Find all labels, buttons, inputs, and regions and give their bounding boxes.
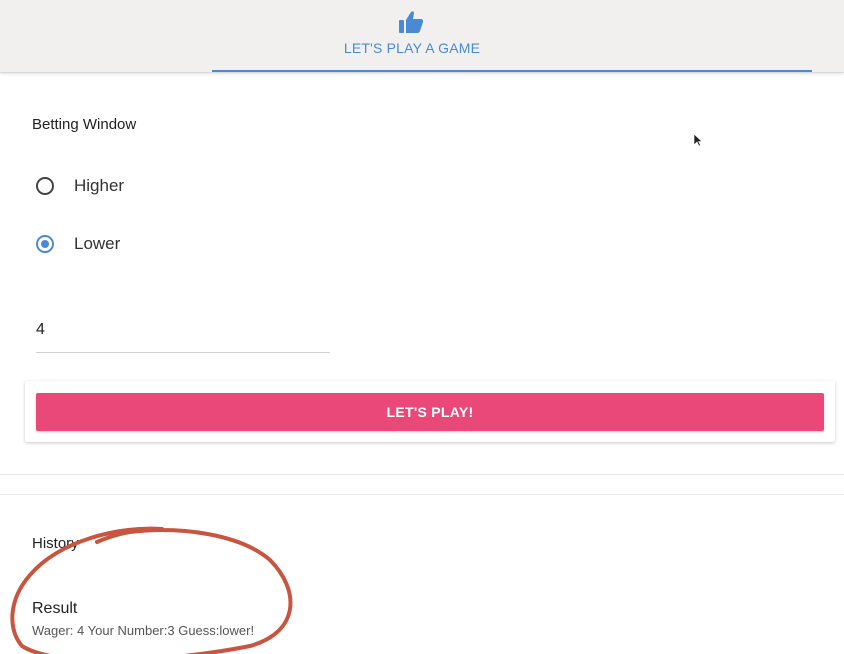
section-divider bbox=[0, 474, 844, 475]
thumbs-up-icon bbox=[398, 10, 424, 34]
top-tab-bar: LET'S PLAY A GAME bbox=[0, 0, 844, 73]
betting-window-title: Betting Window bbox=[32, 116, 137, 133]
radio-label-higher: Higher bbox=[74, 176, 125, 195]
wager-input[interactable] bbox=[36, 308, 330, 353]
result-title: Result bbox=[32, 600, 78, 617]
tab-label: LET'S PLAY A GAME bbox=[343, 40, 481, 56]
radio-button-higher[interactable] bbox=[36, 177, 54, 195]
history-title: History bbox=[32, 535, 79, 552]
tab-lets-play-a-game[interactable]: LET'S PLAY A GAME bbox=[212, 0, 812, 72]
radio-button-lower[interactable] bbox=[36, 235, 54, 253]
radio-label-lower: Lower bbox=[74, 234, 121, 253]
lets-play-button[interactable]: LET'S PLAY! bbox=[36, 393, 824, 431]
result-detail: Wager: 4 Your Number:3 Guess:lower! bbox=[32, 623, 255, 638]
radio-option-lower[interactable]: Lower bbox=[36, 230, 120, 258]
mouse-cursor-icon bbox=[693, 133, 703, 147]
section-divider bbox=[0, 494, 844, 495]
active-tab-indicator bbox=[212, 70, 812, 72]
play-button-card: LET'S PLAY! bbox=[25, 381, 835, 442]
radio-option-higher[interactable]: Higher bbox=[36, 172, 124, 200]
